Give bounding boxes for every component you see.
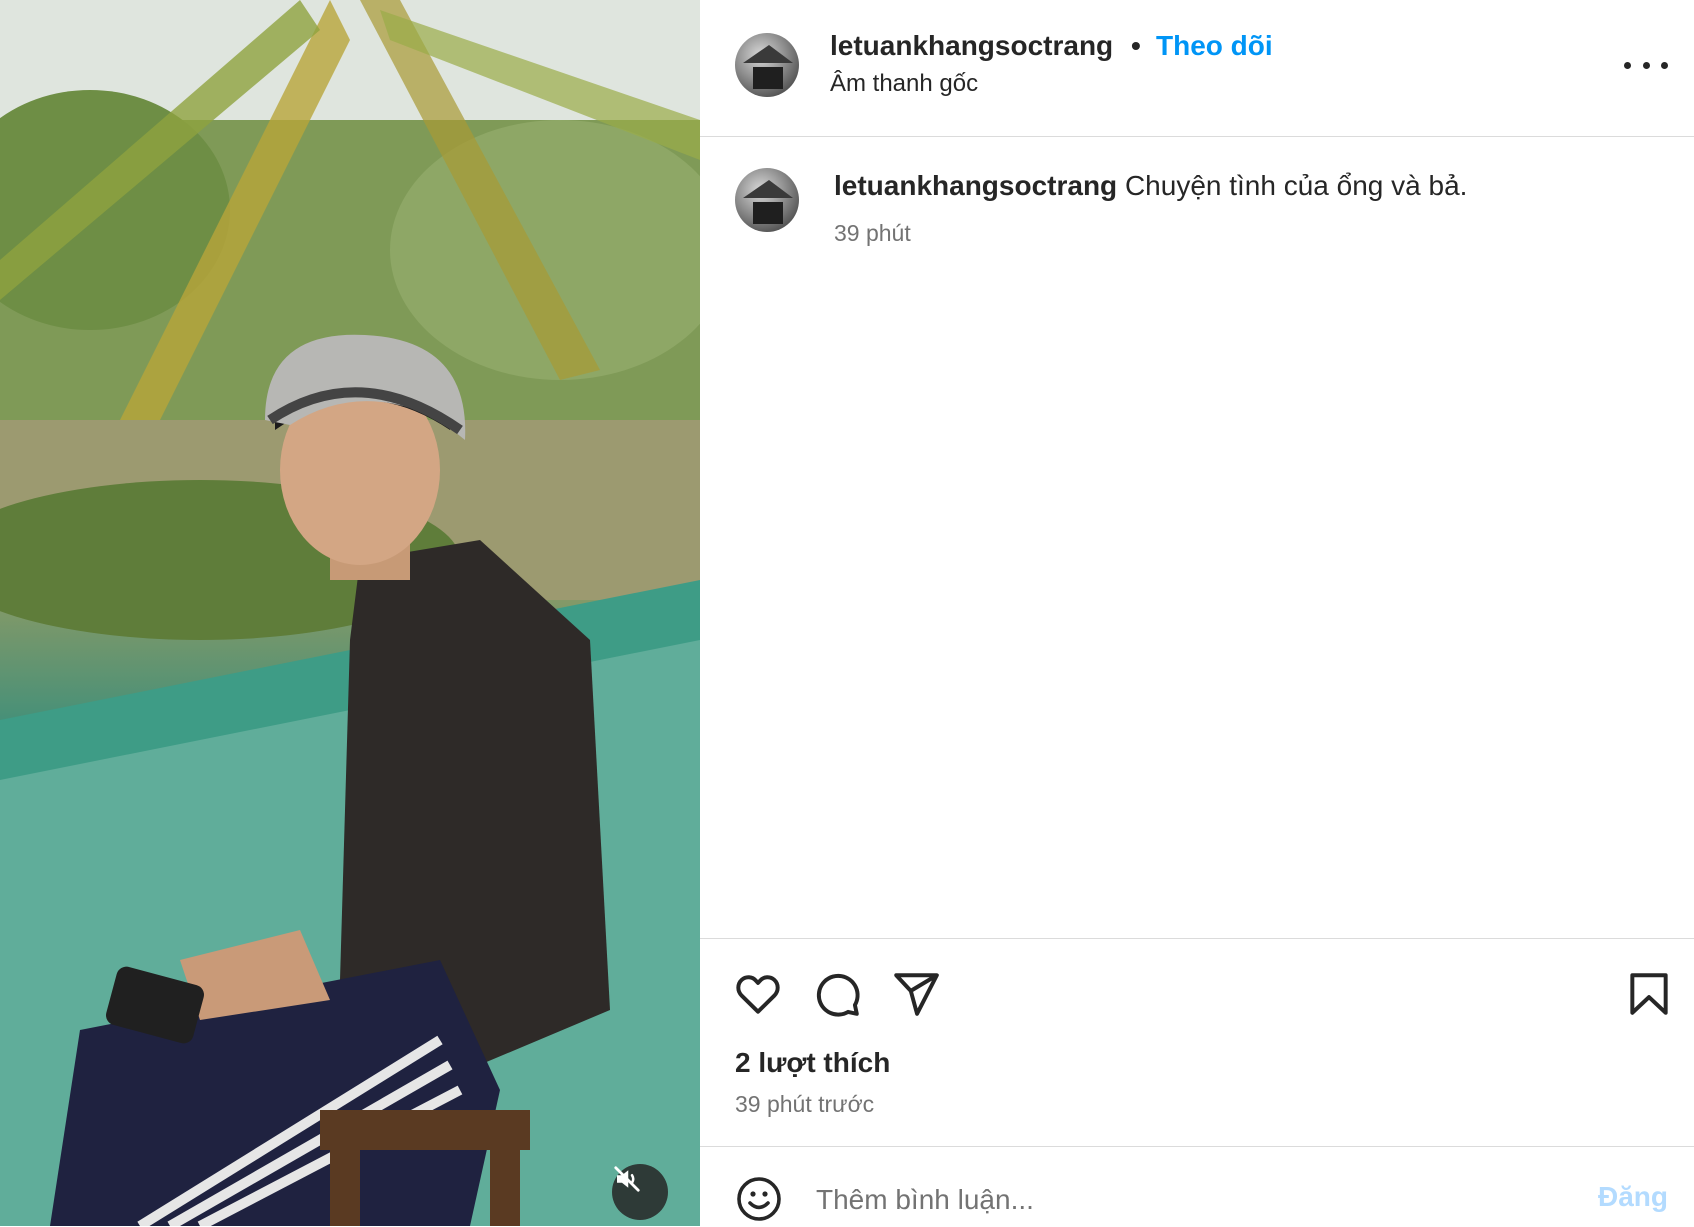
follow-button[interactable]: Theo dõi xyxy=(1156,30,1273,62)
author-avatar[interactable] xyxy=(735,33,799,97)
bookmark-icon[interactable] xyxy=(1624,969,1674,1019)
caption-username[interactable]: letuankhangsoctrang xyxy=(834,170,1117,201)
caption-avatar[interactable] xyxy=(735,168,799,232)
speaker-muted-icon xyxy=(614,1166,640,1192)
mute-toggle-button[interactable] xyxy=(612,1164,668,1220)
avatar-image xyxy=(743,45,793,89)
action-bar: 2 lượt thích 39 phút trước xyxy=(700,938,1694,1147)
audio-link[interactable]: Âm thanh gốc xyxy=(830,70,978,98)
caption-line: letuankhangsoctrang Chuyện tình của ổng … xyxy=(834,170,1467,202)
like-count[interactable]: 2 lượt thích xyxy=(735,1047,890,1079)
emoji-smile-icon[interactable] xyxy=(735,1175,783,1223)
author-username[interactable]: letuankhangsoctrang xyxy=(830,30,1113,62)
comment-input[interactable] xyxy=(814,1175,1458,1225)
paper-plane-icon[interactable] xyxy=(891,969,941,1019)
post-video[interactable] xyxy=(0,0,700,1226)
caption-timestamp[interactable]: 39 phút xyxy=(834,220,911,247)
more-options-icon[interactable] xyxy=(1624,50,1668,80)
separator-dot: • xyxy=(1131,30,1141,61)
post-details-panel: letuankhangsoctrang • Theo dõi Âm thanh … xyxy=(700,0,1694,1226)
heart-icon[interactable] xyxy=(733,969,783,1019)
comment-composer: Đăng xyxy=(700,1146,1694,1227)
avatar-image xyxy=(743,180,793,224)
post-timestamp[interactable]: 39 phút trước xyxy=(735,1091,874,1118)
post-comment-button[interactable]: Đăng xyxy=(1598,1181,1668,1213)
video-frame xyxy=(0,0,700,1226)
comment-bubble-icon[interactable] xyxy=(812,969,862,1019)
caption-text: Chuyện tình của ổng và bả. xyxy=(1124,170,1468,201)
post-header: letuankhangsoctrang • Theo dõi Âm thanh … xyxy=(700,0,1694,137)
